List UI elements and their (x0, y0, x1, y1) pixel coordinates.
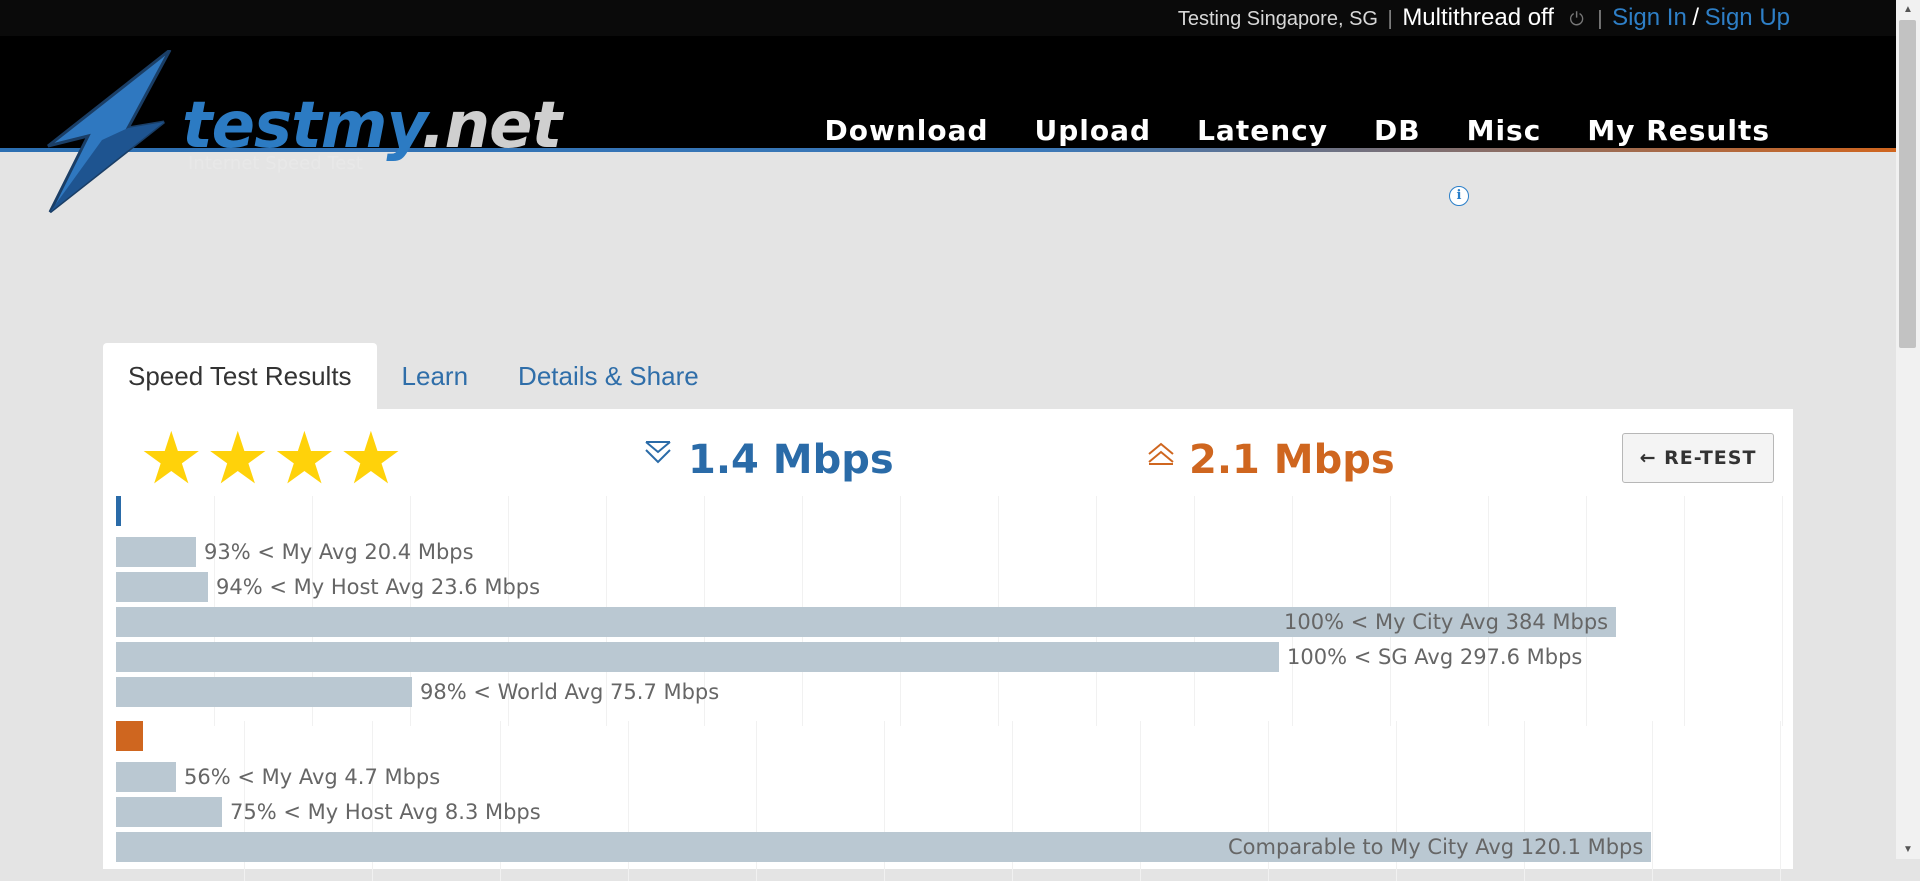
scroll-down-arrow-icon[interactable]: ▼ (1903, 844, 1913, 855)
comparison-bar (116, 572, 208, 602)
grid-line (1782, 496, 1783, 726)
divider: | (1387, 8, 1393, 30)
site-logo[interactable]: testmy.net (182, 94, 562, 158)
comparison-bar (116, 797, 222, 827)
grid-line (1684, 496, 1685, 726)
download-arrow-icon (645, 441, 671, 464)
comparison-bar-label: 75% < My Host Avg 8.3 Mbps (230, 800, 541, 824)
comparison-bar (116, 762, 176, 792)
upload-comparison-chart: 56% < My Avg 4.7 Mbps 75% < My Host Avg 8… (116, 721, 1786, 881)
star-icon: ★ (139, 419, 204, 499)
scroll-up-arrow-icon[interactable]: ▲ (1903, 4, 1913, 15)
comparison-bar-label: 56% < My Avg 4.7 Mbps (184, 765, 441, 789)
top-bar: Testing Singapore, SG | Multithread off … (0, 0, 1896, 36)
star-rating: ★ ★ ★ ★ (139, 423, 403, 495)
nav-db[interactable]: DB (1374, 114, 1421, 147)
lightning-bolt-icon[interactable] (42, 50, 182, 220)
tab-details-share[interactable]: Details & Share (493, 343, 724, 409)
retest-button[interactable]: ← RE-TEST (1622, 433, 1774, 483)
your-result-marker (116, 496, 121, 526)
nav-upload[interactable]: Upload (1035, 114, 1152, 147)
logo-part-1: testmy (182, 89, 422, 163)
nav-misc[interactable]: Misc (1467, 114, 1542, 147)
download-comparison-chart: 93% < My Avg 20.4 Mbps 94% < My Host Avg … (116, 496, 1786, 726)
star-icon: ★ (205, 419, 271, 499)
star-icon: ★ (338, 419, 404, 499)
main-nav: Download Upload Latency DB Misc My Resul… (824, 114, 1770, 147)
slash-separator: / (1692, 4, 1700, 31)
comparison-bar (116, 642, 1279, 672)
comparison-bar (116, 677, 412, 707)
nav-my-results[interactable]: My Results (1587, 114, 1770, 147)
upload-speed: 2.1 Mbps (1189, 437, 1395, 483)
logo-tagline: Internet Speed Test (188, 153, 363, 174)
comparison-bar (116, 537, 196, 567)
star-icon: ★ (272, 419, 337, 499)
sign-up-link[interactable]: Sign Up (1705, 4, 1790, 31)
site-header: testmy.net Internet Speed Test Download … (0, 36, 1896, 214)
ad-info-icon[interactable]: i (1449, 186, 1469, 206)
page-scrollbar[interactable]: ▲ ▼ (1896, 0, 1920, 859)
your-result-marker (116, 721, 143, 751)
scroll-thumb[interactable] (1899, 20, 1916, 348)
sign-in-link[interactable]: Sign In (1612, 4, 1687, 31)
divider: | (1597, 8, 1603, 30)
comparison-bar-label: 94% < My Host Avg 23.6 Mbps (216, 575, 541, 599)
grid-line (1652, 721, 1653, 881)
results-panel: ★ ★ ★ ★ 1.4 Mbps 2.1 Mbps ← RE-TEST 93% < M… (103, 409, 1793, 881)
comparison-bar-label: 93% < My Avg 20.4 Mbps (204, 540, 474, 564)
comparison-bar-label: 98% < World Avg 75.7 Mbps (420, 680, 720, 704)
nav-latency[interactable]: Latency (1197, 114, 1328, 147)
comparison-bar-label: 100% < My City Avg 384 Mbps (1284, 610, 1609, 634)
multithread-toggle[interactable]: Multithread off (1402, 4, 1554, 31)
comparison-bar-label: 100% < SG Avg 297.6 Mbps (1287, 645, 1583, 669)
download-speed: 1.4 Mbps (688, 437, 894, 483)
testing-location: Testing Singapore, SG (1177, 8, 1378, 30)
power-icon[interactable]: ⏻ (1570, 9, 1584, 29)
logo-part-2: .net (421, 89, 562, 163)
nav-download[interactable]: Download (824, 114, 988, 147)
tab-learn[interactable]: Learn (377, 343, 494, 409)
upload-arrow-icon (1148, 442, 1174, 465)
comparison-bar-label: Comparable to My City Avg 120.1 Mbps (1228, 835, 1644, 859)
tab-speed-test-results[interactable]: Speed Test Results (103, 343, 377, 409)
results-tabs: Speed Test Results Learn Details & Share (103, 343, 724, 409)
account-bar: Testing Singapore, SG | Multithread off … (1178, 4, 1790, 32)
grid-line (1780, 721, 1781, 881)
